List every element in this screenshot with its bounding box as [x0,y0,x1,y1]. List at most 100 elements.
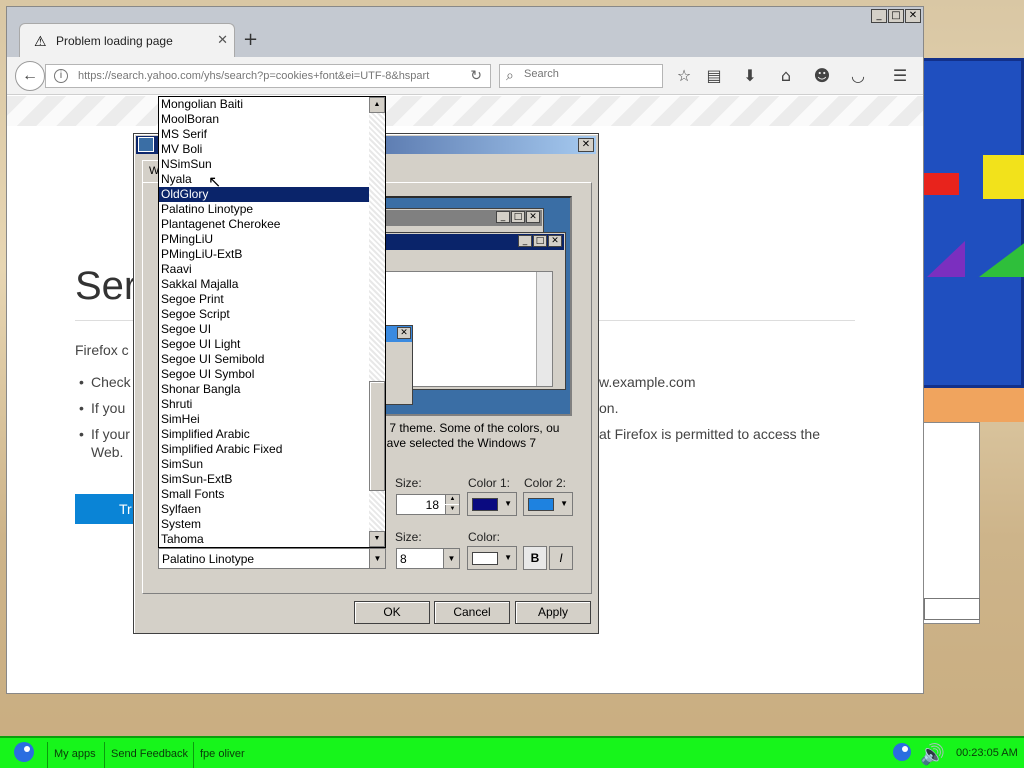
home-icon[interactable]: ⌂ [775,65,797,87]
font-list-item[interactable]: SimSun [159,457,371,472]
nav-toolbar: ← i https://search.yahoo.com/yhs/search?… [7,57,923,95]
bold-button[interactable]: B [523,546,547,570]
font-list-item[interactable]: Palatino Linotype [159,202,371,217]
color1-label: Color 1: [468,476,511,490]
font-list-item[interactable]: Plantagenet Cherokee [159,217,371,232]
dialog-description: s 7 theme. Some of the colors, ou have s… [380,421,560,450]
taskbar-fpe-oliver[interactable]: fpe oliver [193,742,283,768]
reading-list-icon[interactable]: ▤ [703,65,725,87]
font-list-item[interactable]: Segoe UI [159,322,371,337]
new-tab-icon[interactable]: + [243,29,258,50]
maximize-button[interactable]: □ [888,9,904,23]
font-list-item[interactable]: NSimSun [159,157,371,172]
font-dropdown-list[interactable]: Mongolian Baiti MoolBoran MS Serif MV Boli N… [158,96,386,548]
font-color-button[interactable]: ▼ [467,546,517,570]
font-list-item[interactable]: SimSun-ExtB [159,472,371,487]
font-list-item[interactable]: Shonar Bangla [159,382,371,397]
speaker-icon[interactable]: 🔊 [920,742,945,766]
font-list-item[interactable]: Nyala [159,172,371,187]
font-select[interactable]: Palatino Linotype ▼ [158,548,386,569]
info-icon[interactable]: i [54,69,68,83]
reload-icon[interactable]: ↻ [470,67,482,84]
font-list-item[interactable]: System [159,517,371,532]
url-text: https://search.yahoo.com/yhs/search?p=co… [78,70,430,82]
tab-close-icon[interactable]: ✕ [217,32,228,48]
background-game-window [920,58,1024,624]
font-list-item[interactable]: Mongolian Baiti [159,97,371,112]
font-list-item[interactable]: PMingLiU [159,232,371,247]
minimize-button[interactable]: _ [871,9,887,23]
spin-up-icon[interactable]: ▲ [445,495,459,504]
preview-inactive-title: _ □ ✕ [376,210,542,226]
font-list-item[interactable]: Segoe UI Semibold [159,352,371,367]
chevron-down-icon: ▼ [369,549,385,568]
item-size-label: Size: [395,476,422,490]
font-list-item[interactable]: Tahoma [159,532,371,547]
appearance-preview[interactable]: _ □ ✕ _ □ ✕ ✕ [373,196,572,416]
scroll-thumb[interactable] [369,381,385,491]
purple-triangle [927,241,965,277]
url-bar[interactable]: i https://search.yahoo.com/yhs/search?p=… [45,64,491,88]
font-size-label: Size: [395,530,422,544]
error-title: Ser [75,264,138,308]
preview-active-window: _ □ ✕ ✕ [373,232,566,405]
menu-icon[interactable]: ☰ [889,65,911,87]
tab-problem-loading[interactable]: ⚠ Problem loading page ✕ [19,23,235,57]
tray-logo-icon[interactable] [888,738,916,768]
font-list-item[interactable]: Small Fonts [159,487,371,502]
font-list-item[interactable]: MoolBoran [159,112,371,127]
dialog-close-button[interactable]: ✕ [578,138,594,152]
game-select[interactable] [924,598,980,620]
tab-title: Problem loading page [56,34,173,48]
ok-button[interactable]: OK [354,601,430,624]
color2-swatch [528,498,554,511]
font-list-item[interactable]: PMingLiU-ExtB [159,247,371,262]
font-list-item[interactable]: Sakkal Majalla [159,277,371,292]
font-color-swatch [472,552,498,565]
font-list-scrollbar[interactable]: ▲ ▼ [369,97,385,547]
cancel-button[interactable]: Cancel [434,601,510,624]
scroll-up-icon[interactable]: ▲ [369,97,385,113]
chat-icon[interactable]: ☻ [811,65,833,87]
chevron-down-icon: ▼ [504,499,512,508]
clock: 00:23:05 AM [956,747,1018,759]
start-logo-icon[interactable] [8,738,40,768]
color2-button[interactable]: ▼ [523,492,573,516]
font-list-item[interactable]: MS Serif [159,127,371,142]
back-button[interactable]: ← [15,61,45,91]
error-stripe [7,96,923,126]
font-size-select[interactable]: 8 ▼ [396,548,460,569]
font-list-item[interactable]: Raavi [159,262,371,277]
font-list-item[interactable]: Segoe Print [159,292,371,307]
font-list-item[interactable]: Shruti [159,397,371,412]
font-color-label: Color: [468,530,501,544]
font-size-value: 8 [400,552,407,566]
apply-button[interactable]: Apply [515,601,591,624]
search-input[interactable] [524,68,654,80]
taskbar-send-feedback[interactable]: Send Feedback [104,742,192,768]
font-list-item[interactable]: Segoe UI Light [159,337,371,352]
font-list-item[interactable]: Simplified Arabic [159,427,371,442]
font-list-item[interactable]: OldGlory [159,187,371,202]
color1-swatch [472,498,498,511]
spin-down-icon[interactable]: ▼ [445,505,459,514]
pocket-icon[interactable]: ◡ [847,65,869,87]
download-icon[interactable]: ⬇ [739,65,761,87]
font-list-item[interactable]: MV Boli [159,142,371,157]
italic-button[interactable]: I [549,546,573,570]
color1-button[interactable]: ▼ [467,492,517,516]
close-button[interactable]: ✕ [905,9,921,23]
tab-bar: _ □ ✕ ⚠ Problem loading page ✕ + [7,7,923,57]
font-select-value: Palatino Linotype [162,552,255,566]
font-list-item[interactable]: Segoe Script [159,307,371,322]
scroll-down-icon[interactable]: ▼ [369,531,385,547]
font-list-item[interactable]: Segoe UI Symbol [159,367,371,382]
taskbar-my-apps[interactable]: My apps [47,742,103,768]
preview-inactive-controls: _ □ ✕ [496,211,540,223]
font-list-item[interactable]: Sylfaen [159,502,371,517]
font-list-item[interactable]: SimHei [159,412,371,427]
search-bar[interactable]: ⌕ [499,64,663,88]
item-size-spinner[interactable]: 18 ▲ ▼ [396,494,460,515]
font-list-item[interactable]: Simplified Arabic Fixed [159,442,371,457]
bookmark-star-icon[interactable]: ☆ [673,65,695,87]
